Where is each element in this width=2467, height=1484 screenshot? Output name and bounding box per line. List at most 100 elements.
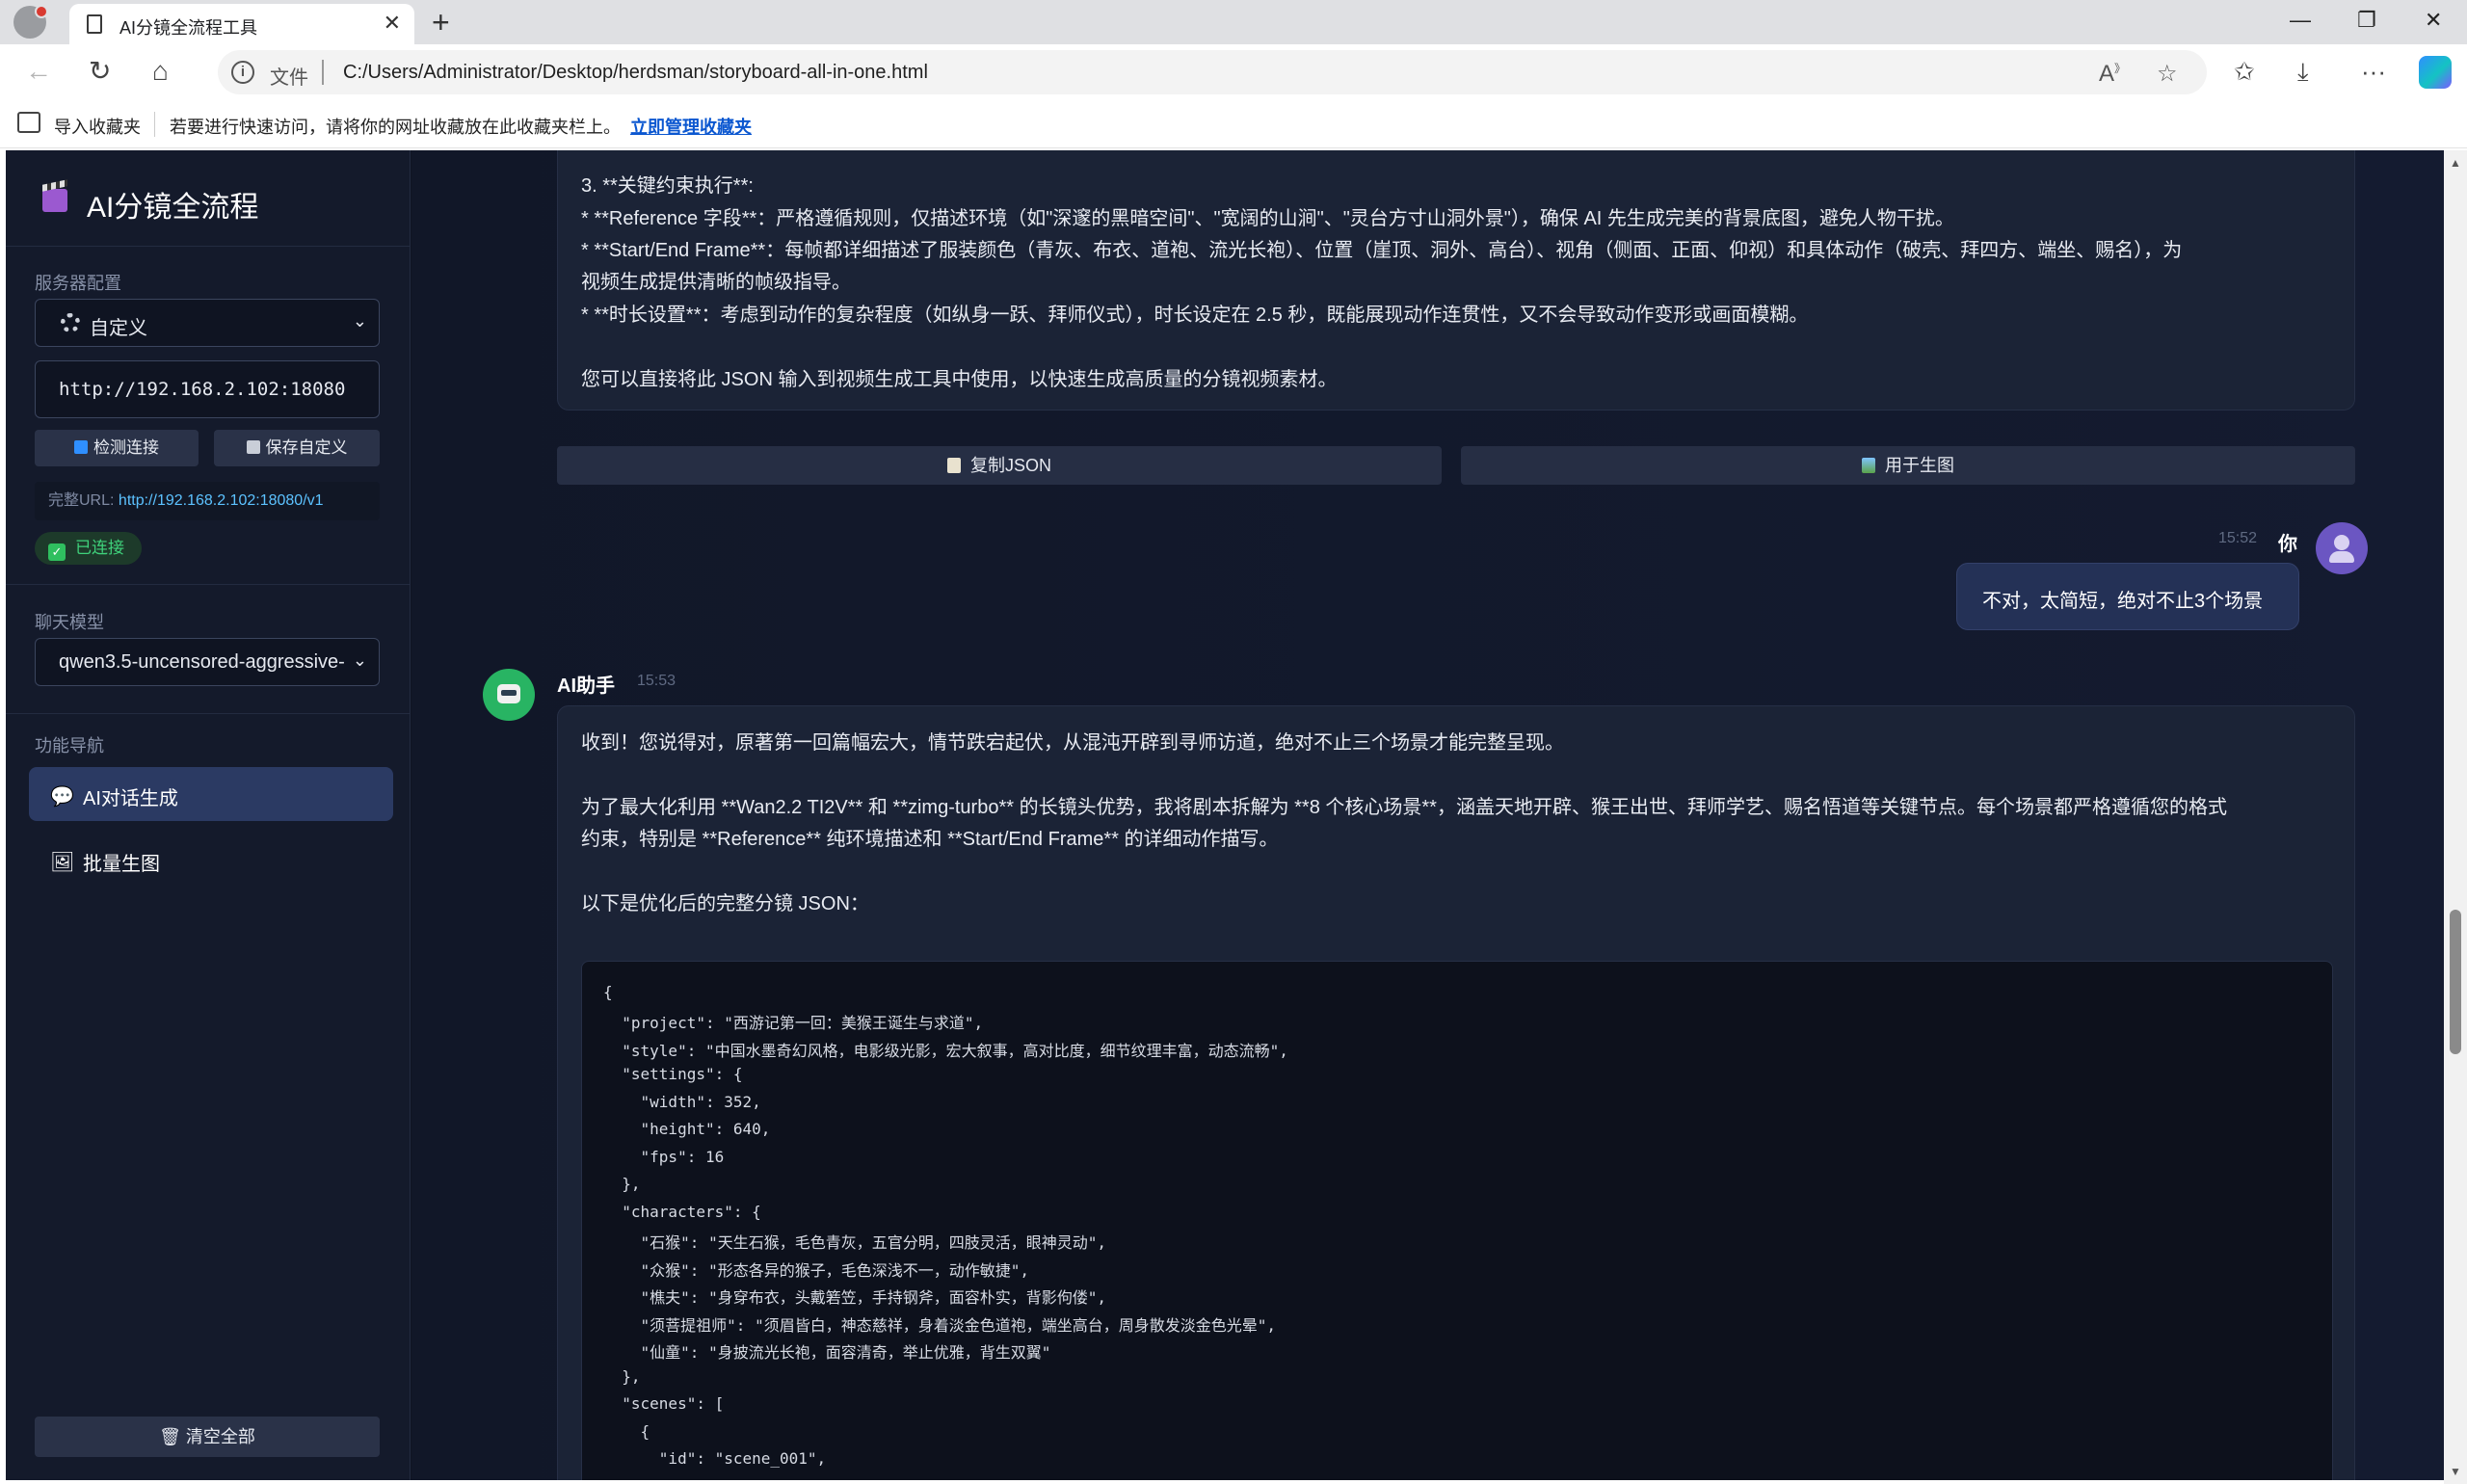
message-line: * **时长设置**：考虑到动作的复杂程度（如纵身一跃、拜师仪式），时长设定在 … (581, 305, 1809, 326)
message-line: 您可以直接将此 JSON 输入到视频生成工具中使用，以快速生成高质量的分镜视频素… (581, 369, 1338, 390)
back-icon[interactable]: ← (25, 56, 52, 87)
image-icon: 🖼 (50, 852, 75, 873)
user-message-time: 15:52 (2218, 530, 2258, 546)
clear-all-button[interactable]: 🗑 清空全部 (35, 1417, 380, 1457)
clapperboard-icon (42, 189, 67, 212)
code-line: }, (603, 1367, 641, 1386)
chat-area: 3. **关键约束执行**: * **Reference 字段**：严格遵循规则… (411, 150, 2444, 1480)
connection-status-badge: ✓ 已连接 (35, 532, 142, 565)
code-line: "众猴": "形态各异的猴子，毛色深浅不一，动作敏捷", (603, 1261, 1029, 1280)
server-url-input[interactable] (35, 360, 380, 418)
new-tab-button[interactable]: + (432, 4, 450, 40)
user-message: 不对，太简短，绝对不止3个场景 (1956, 563, 2299, 630)
picture-icon (1862, 458, 1875, 473)
read-aloud-icon[interactable]: A》 (2099, 60, 2126, 88)
favorites-bar: 导入收藏夹 若要进行快速访问，请将你的网址收藏放在此收藏夹栏上。 立即管理收藏夹 (0, 100, 2467, 148)
server-section-label: 服务器配置 (35, 274, 121, 293)
use-for-image-button[interactable]: 用于生图 (1461, 446, 2355, 485)
nav-item-batch-image[interactable]: 🖼 批量生图 (29, 833, 393, 887)
chevron-down-icon: ⌄ (352, 650, 367, 670)
manage-favorites-link[interactable]: 立即管理收藏夹 (630, 114, 752, 139)
code-line: "settings": { (603, 1065, 743, 1083)
address-bar[interactable]: i 文件 C:/Users/Administrator/Desktop/herd… (218, 50, 2207, 94)
trash-icon: 🗑 (159, 1427, 186, 1446)
code-line: }, (603, 1175, 641, 1193)
clipboard-icon (946, 458, 961, 473)
server-preset-select[interactable]: 自定义 ⌄ (35, 299, 380, 347)
brand: AI分镜全流程 (6, 150, 411, 247)
model-select[interactable]: qwen3.5-uncensored-aggressive- ⌄ (35, 638, 380, 686)
chevron-down-icon: ⌄ (352, 311, 367, 331)
gear-icon (61, 313, 80, 332)
floppy-icon (246, 440, 260, 454)
browser-tab-bar: AI分镜全流程工具 ✕ + — ❐ ✕ (0, 0, 2467, 44)
profile-avatar-icon[interactable] (13, 5, 48, 39)
assistant-name: AI助手 (557, 676, 615, 697)
sidebar-divider (6, 584, 411, 585)
message-line: * **Reference 字段**：严格遵循规则，仅描述环境（如"深邃的黑暗空… (581, 208, 1954, 229)
server-preset-value: 自定义 (90, 318, 147, 339)
sidebar: AI分镜全流程 服务器配置 自定义 ⌄ 检测连接 保存自定义 完整URL: ht… (6, 150, 411, 1480)
assistant-message-previous: 3. **关键约束执行**: * **Reference 字段**：严格遵循规则… (557, 150, 2355, 411)
copy-json-label: 复制JSON (969, 456, 1051, 475)
message-line: 视频生成提供清晰的帧级指导。 (581, 272, 851, 293)
code-line: "fps": 16 (603, 1148, 725, 1166)
user-avatar-icon (2316, 522, 2368, 574)
code-line: "height": 640, (603, 1120, 771, 1138)
scroll-down-icon[interactable]: ▼ (2450, 1465, 2461, 1478)
browser-tab[interactable]: AI分镜全流程工具 ✕ (69, 4, 414, 44)
connection-status-text: 已连接 (75, 539, 124, 557)
message-line: 约束，特别是 **Reference** 纯环境描述和 **Start/End … (581, 829, 1279, 850)
favorites-icon[interactable]: ✩ (2234, 56, 2255, 87)
tab-title: AI分镜全流程工具 (119, 18, 258, 38)
assistant-message-time: 15:53 (637, 673, 676, 689)
more-icon[interactable]: ··· (2361, 56, 2386, 87)
browser-toolbar: ← ↻ ⌂ i 文件 C:/Users/Administrator/Deskto… (0, 44, 2467, 100)
import-favorites-icon[interactable] (17, 112, 40, 133)
save-custom-button[interactable]: 保存自定义 (214, 430, 380, 466)
code-line: "石猴": "天生石猴，毛色青灰，五官分明，四肢灵活，眼神灵动", (603, 1233, 1106, 1252)
home-icon[interactable]: ⌂ (152, 56, 169, 87)
copilot-icon[interactable] (2419, 56, 2452, 89)
restore-icon[interactable]: ❐ (2357, 8, 2376, 33)
close-window-icon[interactable]: ✕ (2425, 8, 2442, 33)
favorites-divider (154, 112, 155, 137)
full-url-display: 完整URL: http://192.168.2.102:18080/v1 (35, 482, 380, 520)
info-icon[interactable]: i (231, 61, 254, 84)
app-title: AI分镜全流程 (87, 192, 259, 224)
tab-close-icon[interactable]: ✕ (384, 11, 401, 36)
message-line: * **Start/End Frame**：每帧都详细描述了服装颜色（青灰、布衣… (581, 240, 2183, 261)
favorite-star-icon[interactable]: ☆ (2157, 60, 2178, 88)
address-separator (322, 60, 324, 85)
download-icon[interactable]: ⤓ (2297, 56, 2309, 87)
address-scheme: 文件 (270, 67, 308, 89)
code-line: "scenes": [ (603, 1394, 725, 1413)
page-icon (87, 14, 102, 34)
assistant-message: 收到！您说得对，原著第一回篇幅宏大，情节跌宕起伏，从混沌开辟到寻师访道，绝对不止… (557, 705, 2355, 1480)
scrollbar-thumb[interactable] (2450, 910, 2461, 1054)
check-icon: ✓ (48, 543, 66, 561)
use-for-image-label: 用于生图 (1885, 456, 1954, 475)
json-code-block[interactable]: { "project": "西游记第一回：美猴王诞生与求道", "style":… (581, 961, 2333, 1480)
nav-item-label: 批量生图 (83, 854, 160, 875)
clear-all-label: 清空全部 (185, 1427, 255, 1446)
page-scrollbar[interactable]: ▲ ▼ (2444, 150, 2467, 1484)
model-value: qwen3.5-uncensored-aggressive- (59, 651, 345, 673)
refresh-icon (74, 440, 88, 454)
address-url[interactable]: C:/Users/Administrator/Desktop/herdsman/… (343, 62, 928, 84)
reload-icon[interactable]: ↻ (89, 56, 111, 87)
code-line: "style": "中国水墨奇幻风格，电影级光影，宏大叙事，高对比度，细节纹理丰… (603, 1042, 1288, 1060)
save-custom-label: 保存自定义 (265, 438, 348, 457)
nav-item-ai-chat[interactable]: 💬 AI对话生成 (29, 767, 393, 821)
nav-section-label: 功能导航 (35, 736, 104, 755)
minimize-icon[interactable]: — (2290, 8, 2311, 33)
page-viewport: AI分镜全流程 服务器配置 自定义 ⌄ 检测连接 保存自定义 完整URL: ht… (6, 150, 2444, 1480)
copy-json-button[interactable]: 复制JSON (557, 446, 1442, 485)
check-connection-label: 检测连接 (93, 438, 159, 457)
code-line: "project": "西游记第一回：美猴王诞生与求道", (603, 1014, 984, 1032)
check-connection-button[interactable]: 检测连接 (35, 430, 199, 466)
favorites-hint: 若要进行快速访问，请将你的网址收藏放在此收藏夹栏上。 (170, 118, 621, 137)
user-name: 你 (2278, 534, 2297, 555)
scroll-up-icon[interactable]: ▲ (2450, 156, 2461, 170)
import-favorites-link[interactable]: 导入收藏夹 (54, 114, 141, 139)
